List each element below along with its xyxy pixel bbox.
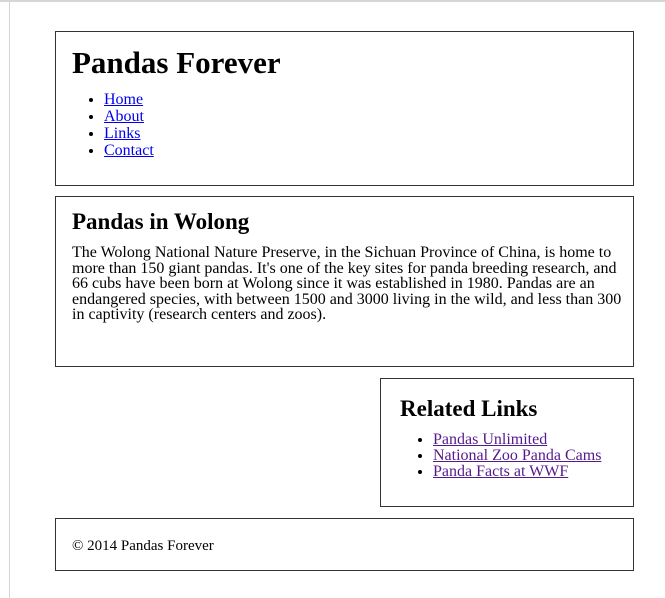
article-heading: Pandas in Wolong	[72, 209, 250, 234]
related-links-heading: Related Links	[400, 396, 538, 421]
nav-link-about[interactable]: About	[104, 108, 144, 125]
related-item: Panda Facts at WWF	[433, 464, 601, 480]
nav-item-about: About	[104, 108, 154, 125]
nav-link-contact[interactable]: Contact	[104, 142, 154, 159]
related-links-list: Pandas Unlimited National Zoo Panda Cams…	[381, 432, 601, 480]
related-item: National Zoo Panda Cams	[433, 448, 601, 464]
window-top-edge	[0, 0, 665, 2]
article-text: The Wolong National Nature Preserve, in …	[72, 244, 622, 323]
site-header: Pandas Forever Home About Links Contact	[55, 31, 634, 186]
main-content: Pandas in Wolong The Wolong National Nat…	[55, 196, 634, 367]
window-left-edge	[9, 2, 10, 598]
related-item: Pandas Unlimited	[433, 432, 601, 448]
nav-item-contact: Contact	[104, 142, 154, 159]
nav-link-home[interactable]: Home	[104, 91, 143, 108]
site-footer: © 2014 Pandas Forever	[55, 518, 634, 571]
nav-item-home: Home	[104, 91, 154, 108]
site-title: Pandas Forever	[72, 45, 281, 80]
related-link-panda-facts-wwf[interactable]: Panda Facts at WWF	[433, 463, 568, 480]
main-nav: Home About Links Contact	[56, 91, 154, 159]
nav-item-links: Links	[104, 125, 154, 142]
related-links-sidebar: Related Links Pandas Unlimited National …	[380, 378, 634, 507]
copyright-text: © 2014 Pandas Forever	[72, 538, 214, 554]
nav-link-links[interactable]: Links	[104, 125, 140, 142]
related-link-national-zoo-panda-cams[interactable]: National Zoo Panda Cams	[433, 447, 601, 464]
related-link-pandas-unlimited[interactable]: Pandas Unlimited	[433, 431, 547, 448]
